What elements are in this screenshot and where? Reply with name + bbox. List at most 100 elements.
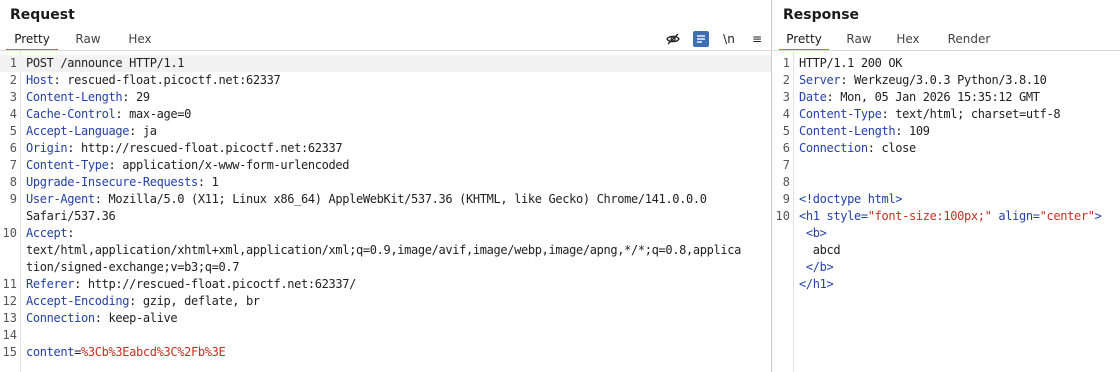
line-content: abcd	[799, 242, 841, 259]
wrap-lines-icon[interactable]	[693, 31, 709, 47]
request-editor[interactable]: 1 POST /announce HTTP/1.1 2 Host: rescued-f…	[0, 51, 771, 372]
response-editor[interactable]: 1 HTTP/1.1 200 OK 2 Server: Werkzeug/3.0.3 …	[773, 51, 1120, 372]
response-title: Response	[783, 7, 860, 23]
line-number: 13	[2, 311, 17, 325]
menu-icon[interactable]: ≡	[749, 31, 765, 47]
tab-raw[interactable]: Raw	[64, 30, 112, 49]
header-name: Connection	[26, 311, 95, 325]
line-number: 6	[782, 141, 790, 155]
code-line[interactable]: 9 User-Agent: Mozilla/5.0 (X11; Linux x86…	[0, 191, 771, 208]
tab-pretty[interactable]: Pretty	[6, 30, 58, 51]
line-content: POST /announce HTTP/1.1	[26, 55, 184, 72]
code-line[interactable]: 8	[773, 174, 1120, 191]
line-content: </h1>	[799, 276, 834, 293]
line-number: 1	[782, 56, 790, 70]
code-line[interactable]: 14	[0, 327, 771, 344]
html-token: abcd	[799, 243, 841, 257]
line-number: 15	[2, 345, 17, 359]
header-value: 29	[136, 90, 150, 104]
code-line[interactable]: 1 POST /announce HTTP/1.1	[0, 55, 771, 72]
html-token: <h1	[799, 209, 827, 223]
code-line[interactable]: 10 <h1 style="font-size:100px;" align="ce…	[773, 208, 1120, 225]
header-value: application/x-www-form-urlencoded	[122, 158, 350, 172]
html-token: </b>	[805, 260, 834, 274]
line-text: POST /announce HTTP/1.1	[26, 56, 185, 70]
code-line[interactable]: 4 Content-Type: text/html; charset=utf-8	[773, 106, 1120, 123]
code-line[interactable]: 3 Date: Mon, 05 Jan 2026 15:35:12 GMT	[773, 89, 1120, 106]
line-content: Connection: close	[799, 141, 916, 155]
code-line[interactable]: 5 Accept-Language: ja	[0, 123, 771, 140]
code-line[interactable]: 5 Content-Length: 109	[773, 123, 1120, 140]
code-line[interactable]: 9 <!doctype html>	[773, 191, 1120, 208]
code-line[interactable]: 2 Server: Werkzeug/3.0.3 Python/3.8.10	[773, 72, 1120, 89]
request-toolbar: \n ≡	[665, 30, 765, 48]
code-line[interactable]: 15 content=%3Cb%3Eabcd%3C%2Fb%3E	[0, 344, 771, 361]
header-name: Host	[26, 73, 54, 87]
line-number: 8	[9, 175, 17, 189]
tab-hex[interactable]: Hex	[887, 30, 929, 49]
code-line[interactable]: abcd	[773, 242, 1120, 259]
line-content: </b>	[799, 259, 834, 276]
line-content: Content-Type: text/html; charset=utf-8	[799, 107, 1061, 121]
line-number: 9	[9, 192, 17, 206]
tab-raw[interactable]: Raw	[837, 30, 881, 49]
code-line[interactable]: <b>	[773, 225, 1120, 242]
code-line[interactable]: 11 Referer: http://rescued-float.picoctf.…	[0, 276, 771, 293]
line-content: Accept-Encoding: gzip, deflate, br	[26, 294, 260, 308]
code-line[interactable]: 7	[773, 157, 1120, 174]
request-title: Request	[10, 7, 75, 23]
header-value: Mon, 05 Jan 2026 15:35:12 GMT	[840, 90, 1040, 104]
line-content: <b>	[799, 225, 827, 242]
header-name: Accept-Language	[26, 124, 130, 138]
html-token: style=	[826, 209, 869, 223]
html-token	[799, 226, 806, 240]
header-value: http://rescued-float.picoctf.net:62337/	[87, 277, 356, 291]
html-token: "center"	[1039, 209, 1095, 223]
eye-slash-icon[interactable]	[665, 31, 681, 47]
line-number: 1	[9, 56, 17, 70]
code-line[interactable]: 1 HTTP/1.1 200 OK	[773, 55, 1120, 72]
html-token	[799, 260, 806, 274]
line-number: 6	[9, 141, 17, 155]
tab-render[interactable]: Render	[941, 30, 997, 49]
param-value: %3Cb%3Eabcd%3C%2Fb%3E	[81, 345, 226, 359]
code-line[interactable]: 6 Connection: close	[773, 140, 1120, 157]
line-number: 2	[782, 73, 790, 87]
header-value: Werkzeug/3.0.3 Python/3.8.10	[854, 73, 1047, 87]
code-line[interactable]: 10 Accept:	[0, 225, 771, 242]
tab-pretty[interactable]: Pretty	[779, 30, 829, 51]
response-panel: Response Pretty Raw Hex Render 1 HTTP/1.1…	[773, 0, 1120, 372]
code-line[interactable]: Safari/537.36	[0, 208, 771, 225]
line-content: Content-Length: 29	[26, 90, 150, 104]
code-line[interactable]: 12 Accept-Encoding: gzip, deflate, br	[0, 293, 771, 310]
newline-toggle[interactable]: \n	[721, 31, 737, 47]
line-content: <h1 style="font-size:100px;" align="cent…	[799, 208, 1102, 225]
code-line[interactable]: </b>	[773, 259, 1120, 276]
code-line[interactable]: 4 Cache-Control: max-age=0	[0, 106, 771, 123]
code-line[interactable]: text/html,application/xhtml+xml,applicat…	[0, 242, 771, 259]
header-name: Accept	[26, 226, 68, 240]
code-line[interactable]: tion/signed-exchange;v=b3;q=0.7	[0, 259, 771, 276]
request-panel: Request Pretty Raw Hex \n ≡ 1 POST /annou…	[0, 0, 771, 372]
html-token: align=	[991, 209, 1040, 223]
code-line[interactable]: 13 Connection: keep-alive	[0, 310, 771, 327]
line-number: 3	[782, 90, 790, 104]
code-line[interactable]: 6 Origin: http://rescued-float.picoctf.ne…	[0, 140, 771, 157]
line-number: 10	[775, 209, 790, 223]
header-name: Referer	[26, 277, 75, 291]
header-value: keep-alive	[108, 311, 178, 325]
code-line[interactable]: 2 Host: rescued-float.picoctf.net:62337	[0, 72, 771, 89]
code-line[interactable]: 7 Content-Type: application/x-www-form-ur…	[0, 157, 771, 174]
header-name: Content-Type	[799, 107, 882, 121]
line-text: text/html,application/xhtml+xml,applicat…	[26, 243, 741, 257]
line-text: Safari/537.36	[26, 209, 116, 223]
panel-divider[interactable]	[771, 0, 772, 372]
line-content: Origin: http://rescued-float.picoctf.net…	[26, 141, 343, 155]
header-name: Origin	[26, 141, 68, 155]
tab-hex[interactable]: Hex	[116, 30, 164, 49]
code-line[interactable]: </h1>	[773, 276, 1120, 293]
header-value: ja	[142, 124, 157, 138]
code-line[interactable]: 3 Content-Length: 29	[0, 89, 771, 106]
code-line[interactable]: 8 Upgrade-Insecure-Requests: 1	[0, 174, 771, 191]
header-value: Mozilla/5.0 (X11; Linux x86_64) AppleWeb…	[108, 192, 707, 206]
